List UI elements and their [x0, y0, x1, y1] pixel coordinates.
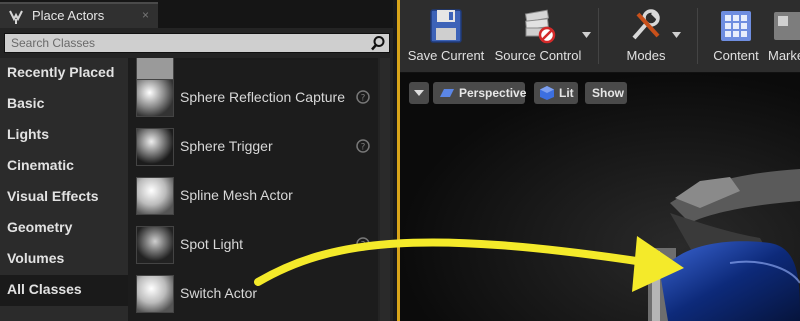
help-icon[interactable]: ? — [356, 90, 370, 104]
list-item-label: Sphere Trigger — [180, 138, 273, 154]
category-recently-placed[interactable]: Recently Placed — [0, 58, 128, 89]
category-basic[interactable]: Basic — [0, 89, 128, 120]
scrollbar[interactable] — [380, 58, 390, 321]
svg-text:?: ? — [361, 94, 366, 104]
list-item-label: Spot Light — [180, 236, 244, 252]
actor-list: Sphere Reflection Capture ? Sphere Trigg… — [128, 58, 378, 321]
category-all-classes[interactable]: All Classes — [0, 275, 128, 306]
switch-actor-icon — [136, 275, 174, 313]
marketplace-icon — [774, 12, 800, 40]
chevron-down-icon[interactable] — [672, 32, 681, 38]
main-toolbar: Save Current Source Control Modes Conten… — [400, 0, 800, 73]
search-placeholder: Search Classes — [11, 36, 96, 50]
show-label: Show — [592, 86, 624, 100]
viewport-options-button[interactable] — [409, 82, 429, 104]
list-item[interactable]: Spline Mesh Actor — [128, 173, 378, 221]
source-control-label: Source Control — [494, 48, 582, 63]
spot-light-icon — [136, 226, 174, 264]
spline-mesh-actor-icon — [136, 177, 174, 215]
perspective-label: Perspective — [459, 86, 527, 100]
marketplace-label: Marke — [768, 48, 800, 63]
search-icon[interactable] — [370, 35, 386, 51]
save-current-button[interactable]: Save Current — [402, 0, 490, 72]
svg-text:?: ? — [361, 241, 366, 251]
category-cinematic[interactable]: Cinematic — [0, 151, 128, 182]
save-icon — [430, 9, 462, 43]
toolbar-divider — [598, 8, 599, 64]
lit-icon — [540, 86, 554, 100]
list-item-label: Sphere Reflection Capture — [180, 89, 345, 105]
tab-bar: Place Actors × — [0, 0, 393, 28]
save-current-label: Save Current — [407, 48, 485, 63]
list-item[interactable]: Sphere Reflection Capture ? — [128, 75, 378, 123]
toolbar-divider — [697, 8, 698, 64]
content-button[interactable]: Content — [704, 0, 768, 72]
show-button[interactable]: Show — [585, 82, 627, 104]
content-label: Content — [713, 48, 759, 63]
perspective-button[interactable]: Perspective — [433, 82, 527, 104]
close-icon[interactable]: × — [142, 8, 149, 22]
lit-button[interactable]: Lit — [534, 82, 578, 104]
category-lights[interactable]: Lights — [0, 120, 128, 151]
category-volumes[interactable]: Volumes — [0, 244, 128, 275]
modes-icon — [632, 9, 660, 40]
category-list: Recently Placed Basic Lights Cinematic V… — [0, 58, 128, 321]
list-item[interactable]: Spot Light ? — [128, 222, 378, 270]
list-item[interactable]: Sphere Trigger ? — [128, 124, 378, 172]
tab-title: Place Actors — [32, 8, 105, 23]
tab-place-actors[interactable]: Place Actors × — [0, 2, 158, 28]
category-visual-effects[interactable]: Visual Effects — [0, 182, 128, 213]
list-item-label: Spline Mesh Actor — [180, 187, 293, 203]
chevron-down-icon[interactable] — [582, 32, 591, 38]
motorcycle-scene-image — [400, 73, 800, 321]
chevron-down-icon — [414, 90, 424, 96]
source-control-button[interactable]: Source Control — [492, 0, 584, 72]
level-viewport[interactable]: Perspective Lit Show — [400, 73, 800, 321]
place-actors-panel: Place Actors × Search Classes Recently P… — [0, 0, 393, 321]
search-input[interactable]: Search Classes — [4, 33, 390, 53]
content-browser-icon — [721, 11, 751, 41]
list-item-label: Switch Actor — [180, 285, 258, 301]
modes-label: Modes — [626, 48, 666, 63]
sphere-trigger-icon — [136, 128, 174, 166]
source-control-icon — [524, 9, 556, 44]
list-item[interactable]: Switch Actor — [128, 271, 378, 319]
sphere-reflection-capture-icon — [136, 79, 174, 117]
place-actors-icon — [9, 10, 23, 24]
marketplace-button[interactable]: Marke — [766, 0, 800, 72]
lit-label: Lit — [559, 86, 574, 100]
help-icon[interactable]: ? — [356, 139, 370, 153]
perspective-icon — [440, 89, 454, 97]
svg-text:?: ? — [361, 143, 366, 153]
category-geometry[interactable]: Geometry — [0, 213, 128, 244]
help-icon[interactable]: ? — [356, 237, 370, 251]
